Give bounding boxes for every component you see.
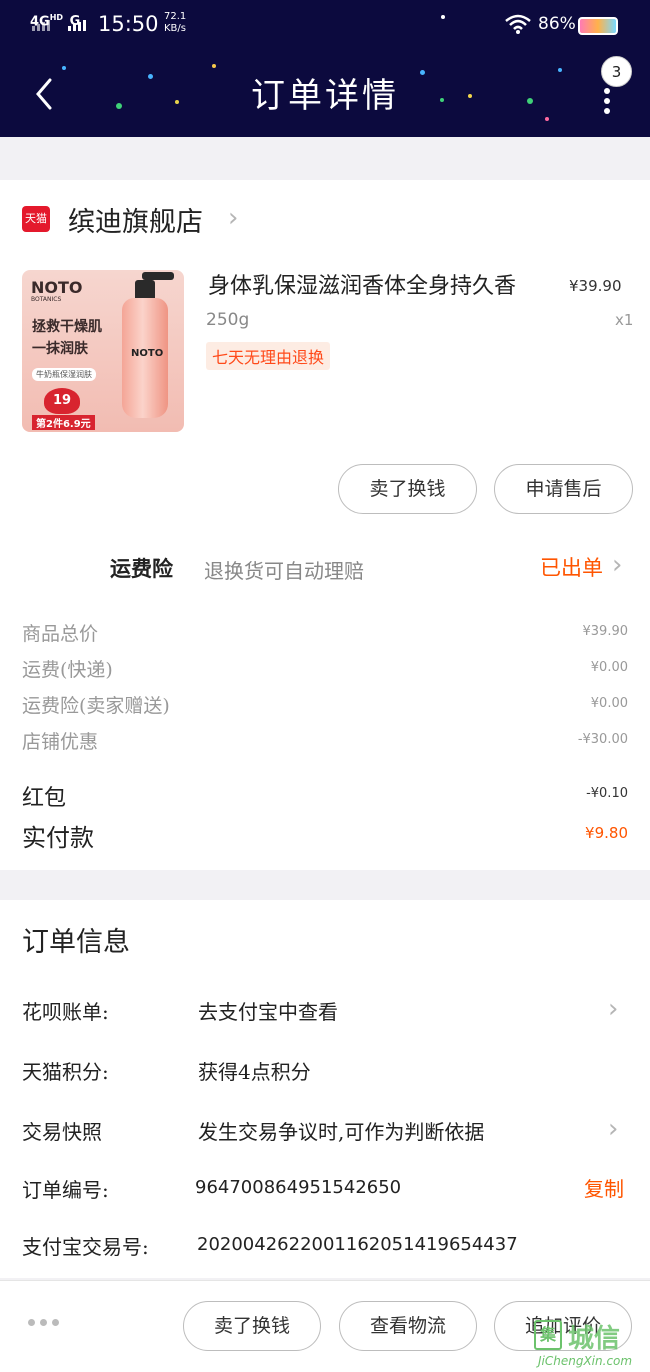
huabei-bill-link[interactable]: 去支付宝中查看 bbox=[198, 996, 338, 1025]
watermark-text: 城信 bbox=[568, 1324, 621, 1354]
watermark-logo: 集 bbox=[534, 1320, 562, 1350]
insurance-status[interactable]: 已出单 bbox=[540, 552, 603, 582]
bottle-label: NOTO bbox=[131, 348, 164, 359]
after-sale-button[interactable]: 申请售后 bbox=[494, 464, 633, 514]
page-title: 订单详情 bbox=[251, 76, 399, 116]
fee-label: 店铺优惠 bbox=[22, 731, 99, 753]
fee-value: -¥30.00 bbox=[577, 732, 628, 747]
bottle-pump bbox=[142, 272, 174, 280]
info-value: 获得4点积分 bbox=[198, 1060, 311, 1084]
paid-label: 实付款 bbox=[22, 824, 94, 852]
signal-icon bbox=[68, 20, 86, 31]
product-image[interactable]: NOTO BOTANICS 拯救干燥肌 一抹润肤 牛奶瓶保湿润肤 19 第2件6… bbox=[22, 270, 184, 432]
star-decoration bbox=[545, 117, 549, 121]
chevron-right-icon[interactable]: › bbox=[612, 550, 622, 580]
battery-percent: 86% bbox=[538, 14, 576, 34]
network-speed: 72.1 KB/s bbox=[164, 11, 186, 35]
image-deal: 第2件6.9元 bbox=[32, 415, 95, 430]
snapshot-link[interactable]: 发生交易争议时,可作为判断依据 bbox=[198, 1116, 484, 1145]
return-policy-badge: 七天无理由退换 bbox=[206, 342, 331, 370]
product-spec: 250g bbox=[206, 310, 250, 330]
tmall-icon: 天猫 bbox=[22, 206, 50, 232]
more-horizontal-icon[interactable] bbox=[28, 1319, 59, 1326]
info-key: 交易快照 bbox=[22, 1120, 102, 1144]
red-packet-label: 红包 bbox=[22, 786, 67, 811]
copy-button[interactable]: 复制 bbox=[584, 1173, 624, 1202]
status-time: 15:50 bbox=[98, 12, 159, 36]
header-bar: 4GHD G 15:50 72.1 KB/s 86% 订单详情 3 bbox=[0, 0, 650, 137]
sell-exchange-button[interactable]: 卖了换钱 bbox=[338, 464, 477, 514]
image-line2: 一抹润肤 bbox=[32, 341, 88, 357]
speed-value: 72.1 bbox=[164, 11, 187, 22]
speed-unit: KB/s bbox=[164, 23, 186, 34]
sell-exchange-button[interactable]: 卖了换钱 bbox=[183, 1301, 321, 1351]
fee-value: ¥0.00 bbox=[590, 696, 628, 711]
insurance-description: 退换货可自动理赔 bbox=[204, 559, 364, 583]
red-packet-value: -¥0.10 bbox=[586, 786, 628, 801]
order-info-title: 订单信息 bbox=[22, 927, 130, 958]
info-key: 花呗账单: bbox=[22, 1000, 109, 1024]
more-vertical-icon[interactable] bbox=[600, 88, 614, 114]
product-price: ¥39.90 bbox=[569, 277, 622, 295]
product-quantity: x1 bbox=[615, 311, 634, 329]
notification-badge[interactable]: 3 bbox=[601, 56, 632, 87]
fee-value: ¥0.00 bbox=[590, 660, 628, 675]
status-bar: 4GHD G 15:50 72.1 KB/s 86% bbox=[0, 8, 650, 42]
image-brand-sub: BOTANICS bbox=[31, 296, 62, 303]
info-key: 支付宝交易号: bbox=[22, 1235, 149, 1259]
image-line1: 拯救干燥肌 bbox=[32, 319, 102, 335]
fee-label: 运费险(卖家赠送) bbox=[22, 695, 170, 717]
fee-label: 商品总价 bbox=[22, 623, 99, 645]
insurance-label: 运费险 bbox=[110, 556, 173, 581]
order-product-card: 天猫 缤迪旗舰店 › NOTO BOTANICS 拯救干燥肌 一抹润肤 牛奶瓶保… bbox=[0, 180, 650, 870]
battery-icon bbox=[578, 17, 618, 35]
view-logistics-button[interactable]: 查看物流 bbox=[339, 1301, 477, 1351]
wifi-icon bbox=[505, 14, 531, 34]
watermark: 集 城信 JiChengXin.com bbox=[530, 1316, 650, 1372]
chevron-right-icon[interactable]: › bbox=[608, 1114, 618, 1144]
info-key: 天猫积分: bbox=[22, 1060, 109, 1084]
chevron-right-icon[interactable]: › bbox=[608, 994, 618, 1024]
paid-value: ¥9.80 bbox=[585, 824, 628, 842]
image-tag: 牛奶瓶保湿润肤 bbox=[32, 368, 96, 381]
image-badge: 19 bbox=[44, 388, 80, 414]
watermark-url: JiChengXin.com bbox=[538, 1354, 633, 1368]
info-key: 订单编号: bbox=[22, 1178, 109, 1202]
store-name[interactable]: 缤迪旗舰店 bbox=[68, 200, 203, 239]
fee-label: 运费(快递) bbox=[22, 659, 113, 681]
order-number: 964700864951542650 bbox=[195, 1177, 402, 1198]
image-brand: NOTO bbox=[31, 278, 83, 297]
fee-value: ¥39.90 bbox=[582, 624, 629, 639]
order-info-card: 订单信息 花呗账单: 去支付宝中查看 › 天猫积分: 获得4点积分 交易快照 发… bbox=[0, 900, 650, 1278]
signal-icon bbox=[32, 20, 50, 31]
chevron-right-icon[interactable]: › bbox=[228, 203, 238, 233]
alipay-trade-number: 2020042622001162051419654437 bbox=[197, 1234, 518, 1255]
product-title[interactable]: 身体乳保湿滋润香体全身持久香 bbox=[208, 268, 516, 300]
network-hd: HD bbox=[49, 13, 64, 22]
